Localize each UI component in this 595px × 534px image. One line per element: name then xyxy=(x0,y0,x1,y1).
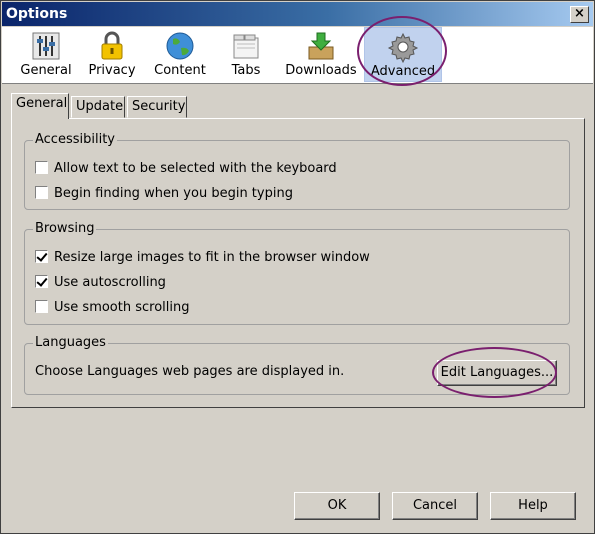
allow-text-selection-label: Allow text to be selected with the keybo… xyxy=(54,161,337,176)
smooth-scrolling-checkbox[interactable] xyxy=(35,300,48,313)
smooth-scrolling-option[interactable]: Use smooth scrolling xyxy=(35,299,190,317)
autoscrolling-checkbox[interactable] xyxy=(35,275,48,288)
padlock-icon xyxy=(101,31,123,60)
browsing-legend: Browsing xyxy=(33,221,97,236)
allow-text-selection-checkbox[interactable] xyxy=(35,161,48,174)
annotation-circle-advanced xyxy=(357,16,447,86)
help-button[interactable]: Help xyxy=(490,492,576,520)
autoscrolling-option[interactable]: Use autoscrolling xyxy=(35,274,166,292)
resize-images-label: Resize large images to fit in the browse… xyxy=(54,250,370,265)
globe-icon xyxy=(166,32,194,60)
find-as-you-type-option[interactable]: Begin finding when you begin typing xyxy=(35,185,293,203)
tab-update[interactable]: Update xyxy=(71,96,125,118)
close-button[interactable]: × xyxy=(570,6,589,23)
allow-text-selection-option[interactable]: Allow text to be selected with the keybo… xyxy=(35,160,337,178)
toolbar-downloads-label: Downloads xyxy=(285,63,357,78)
accessibility-legend: Accessibility xyxy=(33,132,117,147)
smooth-scrolling-label: Use smooth scrolling xyxy=(54,300,190,315)
find-as-you-type-label: Begin finding when you begin typing xyxy=(54,186,293,201)
toolbar-tabs-button[interactable]: Tabs xyxy=(222,27,270,82)
tab-security[interactable]: Security xyxy=(127,96,187,118)
find-as-you-type-checkbox[interactable] xyxy=(35,186,48,199)
pane-toolbar: General Privacy Content Tabs Downloads A… xyxy=(2,27,593,84)
cancel-button[interactable]: Cancel xyxy=(392,492,478,520)
toolbar-tabs-label: Tabs xyxy=(231,63,261,78)
languages-legend: Languages xyxy=(33,335,108,350)
options-window: Options × General Privacy Content Tabs D… xyxy=(0,0,595,534)
ok-button[interactable]: OK xyxy=(294,492,380,520)
tabs-icon xyxy=(233,34,259,59)
toolbar-general-label: General xyxy=(20,63,72,78)
title-bar[interactable]: Options × xyxy=(2,2,593,26)
annotation-circle-edit-languages xyxy=(432,347,557,398)
toolbar-privacy-button[interactable]: Privacy xyxy=(82,27,142,82)
toolbar-content-label: Content xyxy=(154,63,206,78)
toolbar-general-button[interactable]: General xyxy=(14,27,78,82)
browsing-group: Browsing Resize large images to fit in t… xyxy=(24,221,570,325)
toolbar-downloads-button[interactable]: Downloads xyxy=(284,27,358,82)
download-box-icon xyxy=(308,32,334,60)
window-title: Options xyxy=(6,6,68,22)
resize-images-checkbox[interactable] xyxy=(35,250,48,263)
toolbar-privacy-label: Privacy xyxy=(88,63,136,78)
languages-description: Choose Languages web pages are displayed… xyxy=(35,364,345,379)
resize-images-option[interactable]: Resize large images to fit in the browse… xyxy=(35,249,370,267)
autoscrolling-label: Use autoscrolling xyxy=(54,275,166,290)
toolbar-content-button[interactable]: Content xyxy=(148,27,212,82)
tab-general[interactable]: General xyxy=(11,93,69,119)
sliders-icon xyxy=(32,32,60,60)
accessibility-group: Accessibility Allow text to be selected … xyxy=(24,132,570,210)
